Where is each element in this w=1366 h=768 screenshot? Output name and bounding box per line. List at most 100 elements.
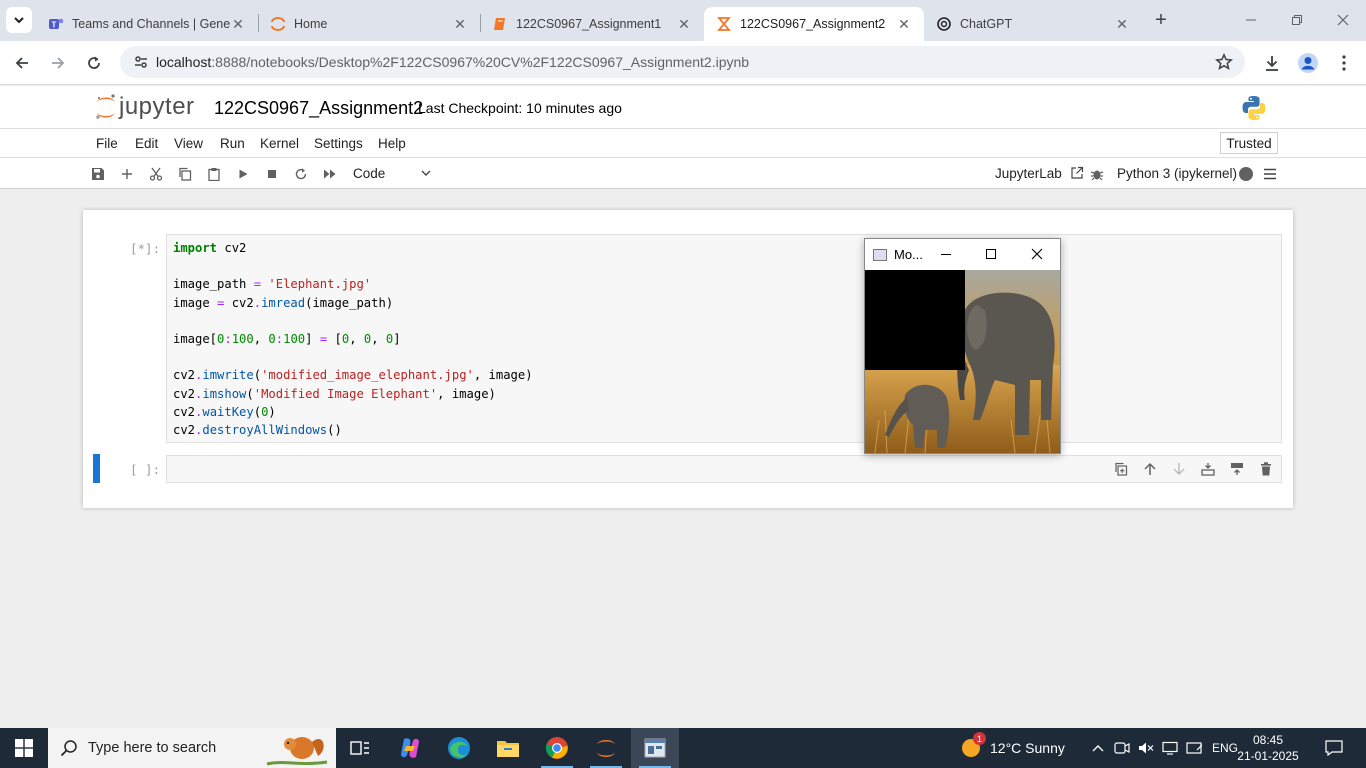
input-language[interactable]: ENG (1212, 741, 1238, 755)
tab-title: Teams and Channels | General (72, 17, 230, 31)
menu-bar: File Edit View Run Kernel Settings Help … (0, 129, 1366, 158)
file-explorer-icon[interactable] (484, 728, 532, 768)
insert-cell-above-icon[interactable] (1199, 460, 1217, 478)
tab-assignment1[interactable]: 122CS0967_Assignment1 ✕ (480, 7, 704, 41)
hourglass-icon (716, 16, 732, 32)
jupyter-wordmark: jupyter (119, 93, 195, 120)
tab-title: ChatGPT (960, 17, 1013, 31)
close-window-icon[interactable] (1320, 0, 1366, 40)
jupyter-logo[interactable]: jupyter (95, 92, 195, 122)
add-cell-icon[interactable] (117, 164, 137, 184)
open-jupyterlab-link[interactable]: JupyterLab (995, 166, 1084, 181)
jupyter-app-icon[interactable] (582, 728, 630, 768)
notebook-title[interactable]: 122CS0967_Assignment2 (214, 98, 423, 119)
opencv-window-taskbar-icon[interactable] (631, 728, 679, 768)
tab-title: 122CS0967_Assignment1 (516, 17, 662, 31)
move-cell-down-icon[interactable] (1170, 460, 1188, 478)
debugger-icon[interactable] (1087, 164, 1107, 184)
browser-toolbar: localhost:8888/notebooks/Desktop%2F122CS… (0, 41, 1366, 85)
window-app-icon (873, 248, 887, 261)
trusted-indicator[interactable]: Trusted (1220, 132, 1278, 154)
save-icon[interactable] (88, 164, 108, 184)
clock-date: 21-01-2025 (1237, 749, 1299, 763)
opencv-window-title: Mo... (894, 247, 923, 262)
restart-kernel-icon[interactable] (291, 164, 311, 184)
external-link-icon (1070, 166, 1083, 179)
restart-run-all-icon[interactable] (320, 164, 340, 184)
meet-now-icon[interactable] (1114, 740, 1130, 756)
cell-prompt: [ ]: (130, 462, 161, 477)
copy-icon[interactable] (175, 164, 195, 184)
teams-icon: T (48, 16, 64, 32)
minimize-icon[interactable] (936, 244, 956, 264)
elephant-image (865, 270, 1060, 453)
close-tab-icon[interactable]: ✕ (452, 16, 468, 32)
close-tab-icon[interactable]: ✕ (230, 16, 246, 32)
site-info-icon[interactable] (126, 54, 156, 70)
jupyter-logo-icon (96, 94, 115, 119)
browser-tab-bar: T Teams and Channels | General ✕ Home ✕ … (0, 0, 1366, 41)
code-editor[interactable]: import cv2 image_path = 'Elephant.jpg' i… (173, 239, 533, 439)
close-tab-icon[interactable]: ✕ (896, 16, 912, 32)
windows-start-icon[interactable] (0, 728, 48, 768)
jupyter-header: jupyter 122CS0967_Assignment2 Last Check… (0, 86, 1366, 129)
restore-window-icon[interactable] (1274, 0, 1320, 40)
menu-settings[interactable]: Settings (314, 136, 363, 151)
cell-type-select[interactable]: Code (353, 166, 385, 181)
tab-home[interactable]: Home ✕ (258, 7, 480, 41)
kernel-name[interactable]: Python 3 (ipykernel) (1117, 166, 1237, 181)
paste-icon[interactable] (204, 164, 224, 184)
display-icon[interactable] (1162, 740, 1178, 756)
new-tab-button[interactable]: + (1150, 9, 1172, 31)
opencv-image-window[interactable]: Mo... (864, 238, 1061, 454)
kernel-busy-icon (1236, 164, 1256, 184)
speaker-muted-icon[interactable] (1138, 740, 1154, 756)
maximize-icon[interactable] (981, 244, 1001, 264)
reload-icon[interactable] (80, 49, 108, 77)
menu-run[interactable]: Run (220, 136, 245, 151)
profile-avatar-icon[interactable] (1294, 49, 1322, 77)
interrupt-kernel-icon[interactable] (262, 164, 282, 184)
weather-widget[interactable]: 1 12°C Sunny (960, 728, 1065, 768)
tab-teams[interactable]: T Teams and Channels | General ✕ (36, 7, 258, 41)
download-icon[interactable] (1258, 49, 1286, 77)
address-bar[interactable]: localhost:8888/notebooks/Desktop%2F122CS… (120, 46, 1245, 78)
move-cell-up-icon[interactable] (1141, 460, 1159, 478)
checkpoint-status: Last Checkpoint: 10 minutes ago (418, 100, 622, 116)
cut-icon[interactable] (146, 164, 166, 184)
close-icon[interactable] (1027, 244, 1047, 264)
menu-help[interactable]: Help (378, 136, 406, 151)
duplicate-cell-icon[interactable] (1112, 460, 1130, 478)
chevron-down-icon[interactable] (420, 167, 432, 182)
hamburger-menu-icon[interactable] (1260, 164, 1280, 184)
tab-chatgpt[interactable]: ChatGPT ✕ (924, 7, 1142, 41)
minimize-window-icon[interactable] (1228, 0, 1274, 40)
opencv-window-titlebar[interactable]: Mo... (865, 239, 1060, 270)
chevron-up-icon[interactable] (1090, 740, 1106, 756)
close-tab-icon[interactable]: ✕ (1114, 16, 1130, 32)
copilot-icon[interactable] (386, 728, 434, 768)
insert-cell-below-icon[interactable] (1228, 460, 1246, 478)
chrome-icon[interactable] (533, 728, 581, 768)
tab-assignment2[interactable]: 122CS0967_Assignment2 ✕ (704, 7, 924, 41)
menu-view[interactable]: View (174, 136, 203, 151)
run-cell-icon[interactable] (233, 164, 253, 184)
taskbar-search-box[interactable]: Type here to search (48, 728, 336, 768)
code-cell-1[interactable]: import cv2 image_path = 'Elephant.jpg' i… (166, 234, 1282, 443)
system-clock[interactable]: 08:45 21-01-2025 (1237, 732, 1298, 764)
delete-cell-icon[interactable] (1257, 460, 1275, 478)
back-icon[interactable] (8, 49, 36, 77)
edge-browser-icon[interactable] (435, 728, 483, 768)
network-icon[interactable] (1186, 740, 1202, 756)
menu-kernel[interactable]: Kernel (260, 136, 299, 151)
menu-edit[interactable]: Edit (135, 136, 158, 151)
chrome-menu-icon[interactable] (1330, 49, 1358, 77)
bookmark-star-icon[interactable] (1214, 52, 1234, 74)
tab-search-button[interactable] (6, 7, 32, 33)
task-view-icon[interactable] (336, 728, 384, 768)
menu-file[interactable]: File (96, 136, 118, 151)
close-tab-icon[interactable]: ✕ (676, 16, 692, 32)
notification-center-icon[interactable] (1324, 739, 1344, 757)
forward-icon[interactable] (44, 49, 72, 77)
notebook-toolbar: Code JupyterLab Python 3 (ipykernel) (0, 158, 1366, 189)
